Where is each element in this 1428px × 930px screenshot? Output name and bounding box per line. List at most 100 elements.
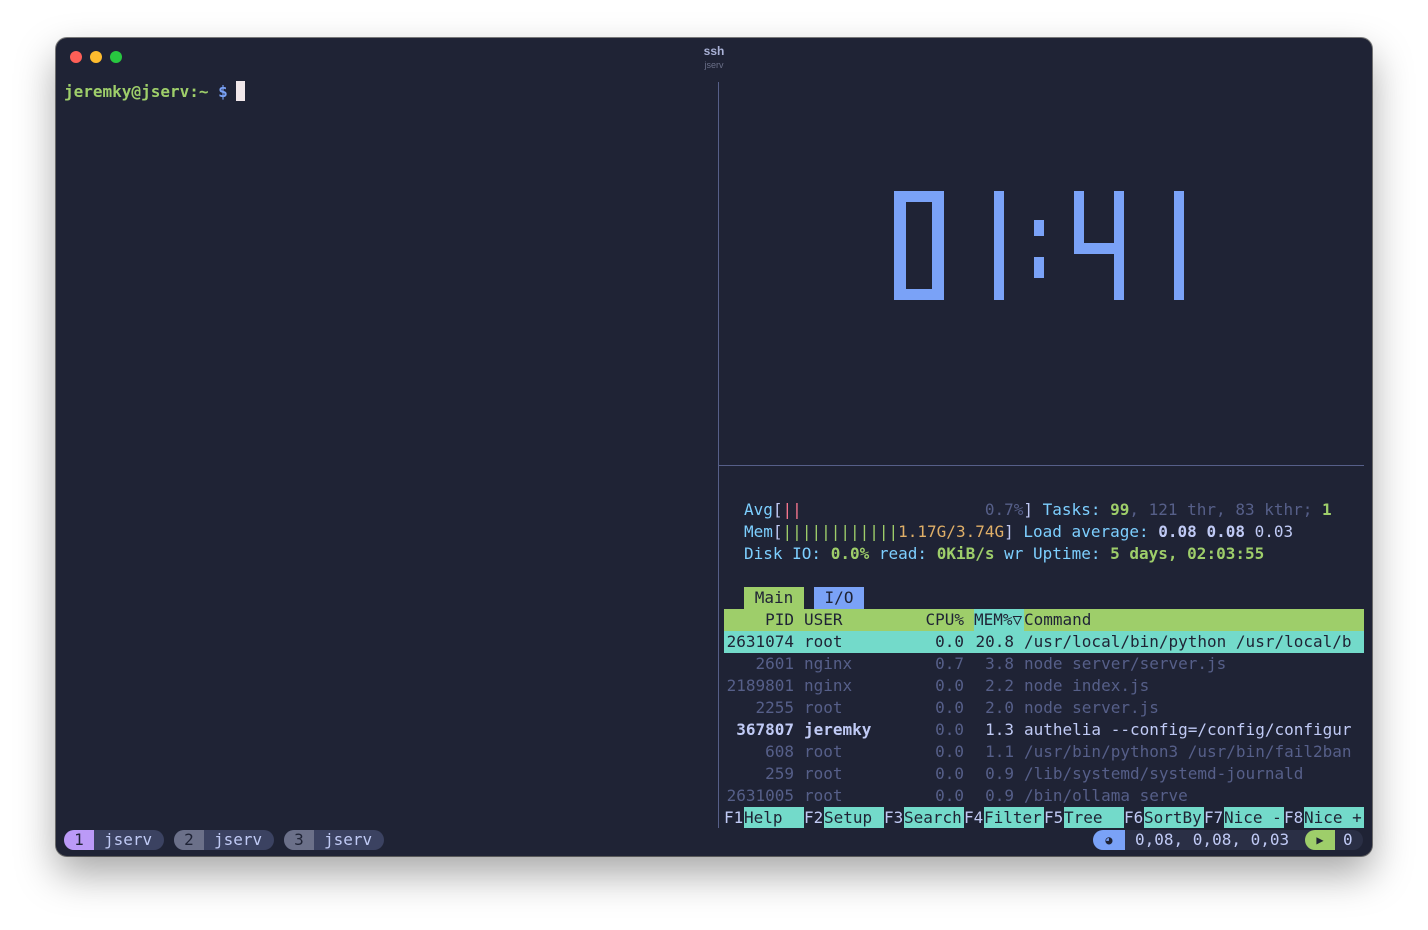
- window-index: 1: [64, 830, 94, 850]
- session-status: ▶ 0: [1305, 830, 1363, 850]
- process-cpu: 0.0: [935, 742, 964, 761]
- process-row-selected[interactable]: 2631074 root 0.0 20.8 /usr/local/bin/pyt…: [724, 631, 1364, 653]
- htop-meters: Avg[|| 0.7%] Tasks: 99, 121 thr, 83 kthr…: [744, 500, 1332, 563]
- process-user: root: [804, 632, 843, 651]
- process-row[interactable]: 367807 jeremky 0.0 1.3 authelia --config…: [724, 719, 1364, 741]
- load-average-status: ◕ 0,08, 0,08, 0,03: [1093, 830, 1305, 850]
- process-command: /usr/bin/python3 /usr/bin/fail2ban: [1024, 742, 1352, 761]
- function-key-bar: F1 Help F2 Setup F3 Search F4 Filter F5 …: [724, 807, 1364, 829]
- process-mem: 1.1: [985, 742, 1014, 761]
- process-mem: 2.2: [985, 676, 1014, 695]
- tasks-count: 99: [1110, 500, 1130, 519]
- process-table-header: PID USER CPU% MEM%▽ Command: [724, 609, 1364, 631]
- process-mem: 20.8: [975, 632, 1014, 651]
- process-row[interactable]: 259 root 0.0 0.9 /lib/systemd/systemd-jo…: [724, 763, 1364, 785]
- fkey-filter-button[interactable]: Filter: [984, 807, 1044, 829]
- fkey-f3: F3: [884, 808, 904, 827]
- mem-meter-label: Mem: [744, 522, 773, 541]
- process-user: nginx: [804, 676, 853, 695]
- fkey-f7: F7: [1204, 808, 1224, 827]
- disk-read-value: 0KiB/s: [936, 544, 995, 563]
- uptime-value: 5 days, 02:03:55: [1110, 544, 1265, 563]
- process-command: /lib/systemd/systemd-journald: [1024, 764, 1304, 783]
- window-name: jserv: [104, 830, 153, 849]
- shell-prompt[interactable]: jeremky@jserv:~ $: [64, 81, 245, 103]
- process-row[interactable]: 2255 root 0.0 2.0 node server.js: [724, 697, 1364, 719]
- window-title: ssh: [703, 44, 725, 58]
- fkey-help-button[interactable]: Help: [744, 807, 804, 829]
- tasks-label: Tasks:: [1042, 500, 1101, 519]
- process-pid: 608: [765, 742, 794, 761]
- prompt-user-host: jeremky@jserv: [64, 82, 190, 101]
- prompt-path: :~: [189, 82, 209, 101]
- process-command: /usr/local/bin/python /usr/local/b: [1024, 632, 1352, 651]
- process-user: root: [804, 698, 843, 717]
- fkey-f6: F6: [1124, 808, 1144, 827]
- tab-io[interactable]: I/O: [814, 587, 864, 609]
- window-index: 3: [284, 830, 314, 850]
- tasks-running: 1: [1322, 500, 1332, 519]
- tab-main[interactable]: Main: [744, 587, 804, 609]
- column-mem-sorted[interactable]: MEM%▽: [974, 609, 1024, 631]
- tmux-window-tab-2[interactable]: 2 jserv: [174, 830, 274, 850]
- tmux-window-tab-1[interactable]: 1 jserv: [64, 830, 164, 850]
- clock-digit-1b: [1174, 191, 1184, 300]
- prompt-symbol: $: [218, 82, 228, 101]
- disk-io-label: Disk IO:: [744, 544, 822, 563]
- fkey-nice-plus-button[interactable]: Nice +: [1304, 807, 1364, 829]
- process-command: node server.js: [1024, 698, 1159, 717]
- pane-divider-horizontal[interactable]: [719, 465, 1364, 466]
- fkey-tree-button[interactable]: Tree: [1064, 807, 1124, 829]
- process-user: root: [804, 764, 843, 783]
- process-mem: 0.9: [985, 764, 1014, 783]
- process-pid: 2255: [755, 698, 794, 717]
- process-user: root: [804, 742, 843, 761]
- fkey-f4: F4: [964, 808, 984, 827]
- process-cpu: 0.0: [935, 632, 964, 651]
- load-15: 0.03: [1254, 522, 1294, 541]
- process-user: root: [804, 786, 843, 805]
- tmux-status-bar: 1 jserv 2 jserv 3 jserv ◕ 0,08, 0,08, 0,…: [56, 828, 1372, 852]
- process-row[interactable]: 2601 nginx 0.7 3.8 node server/server.js: [724, 653, 1364, 675]
- tasks-threads: , 121 thr, 83 kthr;: [1129, 500, 1313, 519]
- process-pid: 2631074: [726, 632, 794, 651]
- process-command: authelia --config=/config/configur: [1024, 720, 1352, 739]
- column-user[interactable]: USER: [804, 609, 843, 631]
- load-5: 0.08: [1206, 522, 1245, 541]
- cpu-meter-label: Avg: [744, 500, 773, 519]
- process-pid: 367807: [736, 720, 794, 739]
- fkey-search-button[interactable]: Search: [904, 807, 964, 829]
- cpu-meter-bar: ||: [782, 500, 802, 519]
- disk-wr-label: wr: [1004, 544, 1024, 563]
- fkey-setup-button[interactable]: Setup: [824, 807, 884, 829]
- process-pid: 259: [765, 764, 794, 783]
- window-subtitle: jserv: [704, 60, 724, 70]
- cpu-load-icon: ◕: [1093, 830, 1125, 850]
- column-pid[interactable]: PID: [724, 609, 794, 631]
- column-cpu[interactable]: CPU%: [894, 609, 964, 631]
- fkey-f2: F2: [804, 808, 824, 827]
- process-pid: 2189801: [726, 676, 794, 695]
- terminal-icon: ▶: [1305, 830, 1335, 850]
- column-command[interactable]: Command: [1024, 609, 1091, 631]
- process-user: nginx: [804, 654, 853, 673]
- text-cursor: [235, 81, 245, 101]
- process-mem: 3.8: [985, 654, 1014, 673]
- fkey-nice-minus-button[interactable]: Nice -: [1224, 807, 1284, 829]
- disk-io-percent: 0.0%: [830, 544, 870, 563]
- window-index: 2: [174, 830, 204, 850]
- process-row[interactable]: 2189801 nginx 0.0 2.2 node index.js: [724, 675, 1364, 697]
- process-row[interactable]: 2631005 root 0.0 0.9 /bin/ollama serve: [724, 785, 1364, 807]
- window-name: jserv: [214, 830, 263, 849]
- tmux-window-tab-3[interactable]: 3 jserv: [284, 830, 384, 850]
- process-row[interactable]: 608 root 0.0 1.1 /usr/bin/python3 /usr/b…: [724, 741, 1364, 763]
- fkey-f1: F1: [724, 808, 744, 827]
- session-count: 0: [1343, 830, 1353, 849]
- process-cpu: 0.0: [935, 786, 964, 805]
- process-cpu: 0.0: [935, 720, 964, 739]
- fkey-f5: F5: [1044, 808, 1064, 827]
- clock-digit-1: [994, 191, 1004, 300]
- process-mem: 1.3: [985, 720, 1014, 739]
- pane-divider-vertical[interactable]: [718, 82, 719, 828]
- fkey-sortby-button[interactable]: SortBy: [1144, 807, 1204, 829]
